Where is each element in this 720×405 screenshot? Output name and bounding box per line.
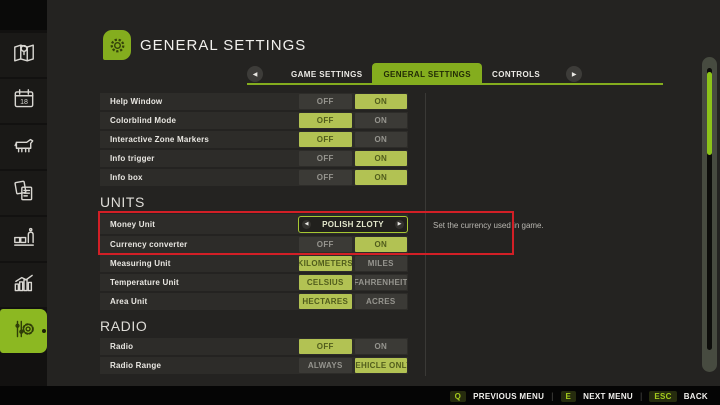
hint-next-menu: NEXT MENU [583,391,633,401]
toggle-group-radio: OFF ON [299,339,407,354]
tab-general-settings[interactable]: GENERAL SETTINGS [372,63,483,85]
option-off[interactable]: OFF [299,151,352,166]
option-off[interactable]: OFF [299,170,352,185]
sidebar-item-calendar[interactable]: 18 [0,79,47,123]
setting-row-radio: Radio OFF ON [100,338,408,355]
setting-label: Colorblind Mode [110,116,177,125]
setting-row-interactive-zone-markers: Interactive Zone Markers OFF ON [100,131,408,148]
section-title-units: UNITS [100,194,145,210]
key-e: E [560,390,577,402]
option-off[interactable]: OFF [299,132,352,147]
option-acres[interactable]: ACRES [354,294,407,309]
toggle-group-temperature-unit: CELSIUS FAHRENHEIT [299,275,407,290]
setting-row-help-window: Help Window OFF ON [100,93,408,110]
hint-previous-menu: PREVIOUS MENU [473,391,545,401]
toggle-group-colorblind-mode: OFF ON [299,113,407,128]
toggle-group-interactive-zone-markers: OFF ON [299,132,407,147]
sidebar-item-contracts[interactable] [0,171,47,215]
option-on[interactable]: ON [354,94,407,109]
setting-row-measuring-unit: Measuring Unit KILOMETERS MILES [100,255,408,272]
setting-label: Temperature Unit [110,278,179,287]
key-q: Q [449,390,467,402]
sidebar-item-statistics[interactable] [0,263,47,307]
hint-back: BACK [683,391,708,401]
option-kilometers[interactable]: KILOMETERS [299,256,352,271]
toggle-group-measuring-unit: KILOMETERS MILES [299,256,407,271]
sidebar-item-animals[interactable] [0,125,47,169]
key-esc: ESC [649,390,677,402]
top-left-spacer [0,0,47,30]
chevron-right-icon: ▶ [571,71,577,78]
option-on[interactable]: ON [354,113,407,128]
settings-screen: 18 GENERAL SETTINGS ◀ GAME SETTINGS GENERA… [0,0,720,405]
sidebar: 18 [0,0,47,388]
option-hectares[interactable]: HECTARES [299,294,352,309]
gear-icon [110,38,124,52]
option-fahrenheit[interactable]: FAHRENHEIT [354,275,407,290]
option-off[interactable]: OFF [299,94,352,109]
setting-row-radio-range: Radio Range ALWAYSVEHICLE ONLY [100,357,408,374]
setting-label: Info box [110,173,143,182]
setting-row-area-unit: Area Unit HECTARES ACRES [100,293,408,310]
toggle-group-radio-range: ALWAYSVEHICLE ONLY [299,358,407,373]
toggle-group-area-unit: HECTARES ACRES [299,294,407,309]
option-off[interactable]: OFF [299,113,352,128]
footer-hints: Q PREVIOUS MENU | E NEXT MENU | ESC BACK [449,389,708,403]
option-on[interactable]: ON [354,170,407,185]
setting-row-colorblind-mode: Colorblind Mode OFF ON [100,112,408,129]
previous-tab-button[interactable]: ◀ [247,66,263,82]
setting-label: Area Unit [110,297,148,306]
settings-badge [103,30,131,60]
setting-label: Radio [110,342,134,351]
scrollbar[interactable] [702,57,717,372]
map-icon [11,40,37,71]
option-on[interactable]: ON [354,132,407,147]
option-always[interactable]: ALWAYS [299,358,352,373]
option-vehicle-only[interactable]: VEHICLE ONLY [354,358,407,373]
hint-separator: | [639,391,643,401]
page-title: GENERAL SETTINGS [140,37,307,54]
option-miles[interactable]: MILES [354,256,407,271]
chevron-left-icon: ◀ [252,71,258,78]
toggle-group-help-window: OFF ON [299,94,407,109]
tab-bar: ◀ GAME SETTINGS GENERAL SETTINGS CONTROLS ▶ [247,63,663,85]
scrollbar-track[interactable] [707,68,712,350]
hint-separator: | [551,391,554,401]
setting-row-info-box: Info box OFF ON [100,169,408,186]
option-celsius[interactable]: CELSIUS [299,275,352,290]
tab-game-settings[interactable]: GAME SETTINGS [281,63,372,85]
animals-icon [11,132,37,163]
sidebar-item-map[interactable] [0,33,47,77]
settings-gear-icon [11,316,37,347]
setting-label: Interactive Zone Markers [110,135,210,144]
annotation-highlight-box [98,211,514,255]
contracts-icon [11,178,37,209]
toggle-group-info-trigger: OFF ON [299,151,407,166]
option-off[interactable]: OFF [299,339,352,354]
setting-row-info-trigger: Info trigger OFF ON [100,150,408,167]
section-title-radio: RADIO [100,318,148,334]
production-icon [11,224,37,255]
scrollbar-thumb[interactable] [707,72,712,155]
next-tab-button[interactable]: ▶ [566,66,583,82]
svg-text:18: 18 [20,98,28,105]
setting-label: Measuring Unit [110,259,171,268]
option-on[interactable]: ON [354,339,407,354]
statistics-icon [11,270,37,301]
sidebar-item-production[interactable] [0,217,47,261]
setting-row-temperature-unit: Temperature Unit CELSIUS FAHRENHEIT [100,274,408,291]
setting-label: Info trigger [110,154,155,163]
tab-controls[interactable]: CONTROLS [482,63,550,85]
setting-label: Help Window [110,97,163,106]
calendar-icon: 18 [11,86,37,117]
option-on[interactable]: ON [354,151,407,166]
setting-label: Radio Range [110,361,162,370]
toggle-group-info-box: OFF ON [299,170,407,185]
sidebar-item-settings-gear[interactable] [0,309,47,353]
